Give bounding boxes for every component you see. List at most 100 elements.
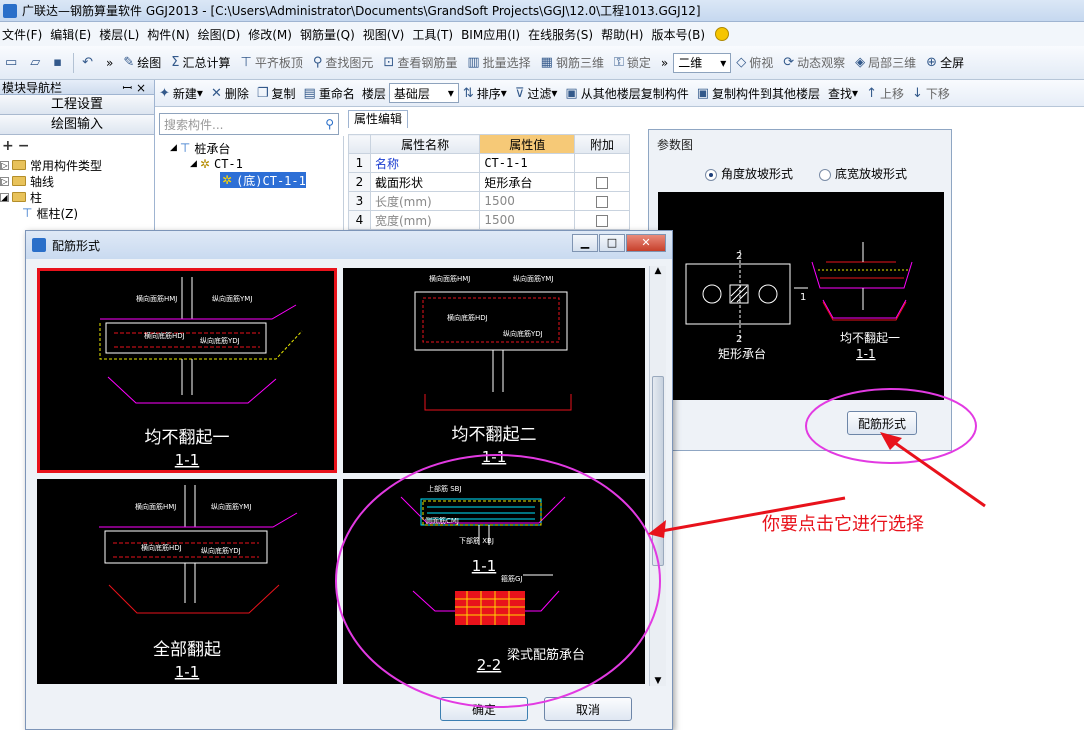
collapse-triangle-icon[interactable]: ◢ — [170, 143, 177, 153]
section-mark-top: 2 — [736, 251, 742, 262]
extra-checkbox[interactable] — [596, 214, 609, 227]
menu-tools[interactable]: 工具(T) — [410, 26, 459, 43]
open-file-button[interactable]: ▱ — [25, 52, 48, 74]
maximize-icon[interactable]: □ — [599, 234, 625, 252]
folder-icon — [12, 176, 26, 186]
delete-x-icon: ✕ — [210, 85, 222, 101]
copy-to-floor-button[interactable]: ▣ 复制构件到其他楼层 — [693, 82, 824, 104]
pin-close-icon[interactable]: ꟷ × — [122, 79, 146, 96]
lock-icon: ⚿ — [613, 55, 624, 70]
tab-property-editor[interactable]: 属性编辑 — [348, 110, 408, 128]
find-button[interactable]: 查找 ▾ — [824, 82, 862, 104]
overflow-chevron-icon[interactable]: » — [101, 52, 118, 74]
menu-rebar[interactable]: 钢筋量(Q) — [298, 26, 361, 43]
tree-node-pilecap[interactable]: ◢ ⊤ 桩承台 — [156, 140, 343, 156]
radio-angle-slope[interactable]: 角度放坡形式 — [705, 165, 793, 182]
view-mode-select[interactable]: 二维 ▾ — [673, 52, 732, 73]
extra-checkbox[interactable] — [596, 176, 609, 189]
expand-icon[interactable]: ▷ — [0, 176, 9, 186]
lock-button[interactable]: ⚿ 锁定 — [609, 52, 656, 74]
menu-draw[interactable]: 绘图(D) — [196, 26, 247, 43]
top-view-button[interactable]: ◇ 俯视 — [731, 52, 778, 74]
dynamic-view-button[interactable]: ⟳ 动态观察 — [778, 52, 850, 74]
menu-version[interactable]: 版本号(B) — [649, 26, 711, 43]
menu-modify[interactable]: 修改(M) — [246, 26, 298, 43]
local-3d-label: 局部三维 — [868, 56, 917, 70]
menu-floor[interactable]: 楼层(L) — [97, 26, 145, 43]
draw-input-button[interactable]: 绘图输入 — [0, 115, 154, 135]
nav-item-column[interactable]: ◢ 柱 — [0, 189, 154, 205]
search-icon[interactable]: ⚲ — [325, 117, 334, 131]
expand-all-icon[interactable]: + — [2, 138, 14, 154]
copy-button[interactable]: ❐ 复制 — [253, 82, 300, 104]
prop-name: 宽度(mm) — [369, 210, 481, 230]
save-button[interactable]: ▪ — [48, 52, 70, 74]
local-3d-icon: ◈ — [855, 55, 866, 70]
nav-expand-collapse[interactable]: + − — [0, 135, 154, 157]
tree-node-ct1[interactable]: ◢ ✲ CT-1 — [156, 156, 343, 172]
menu-online[interactable]: 在线服务(S) — [526, 26, 599, 43]
menu-help[interactable]: 帮助(H) — [599, 26, 649, 43]
flat-top-button[interactable]: ⊤ 平齐板顶 — [236, 52, 308, 74]
table-row[interactable]: 3 长度(mm) 1500 — [348, 191, 630, 211]
delete-button[interactable]: ✕ 删除 — [207, 82, 253, 104]
menu-view[interactable]: 视图(V) — [361, 26, 411, 43]
rebar-3d-button[interactable]: ▦ 钢筋三维 — [536, 52, 609, 74]
new-component-icon: ✦ — [159, 85, 170, 101]
option-section: 1-1 — [175, 451, 200, 469]
close-icon[interactable]: ✕ — [626, 234, 666, 252]
menu-file[interactable]: 文件(F) — [0, 26, 48, 43]
draw-button[interactable]: ✎ 绘图 — [118, 52, 166, 74]
table-row[interactable]: 1 名称 CT-1-1 — [348, 153, 630, 173]
rename-button[interactable]: ▤ 重命名 — [300, 82, 359, 104]
table-row[interactable]: 4 宽度(mm) 1500 — [348, 210, 630, 230]
open-folder-icon: ▱ — [30, 55, 41, 70]
fullscreen-button[interactable]: ⊕ 全屏 — [921, 52, 969, 74]
collapse-icon[interactable]: ◢ — [0, 192, 9, 202]
radio-bottom-slope[interactable]: 底宽放坡形式 — [819, 165, 907, 182]
smiley-logo-icon[interactable] — [715, 27, 730, 41]
arrowhead-left-icon — [648, 520, 666, 538]
collapse-all-icon[interactable]: − — [18, 138, 30, 154]
prop-value[interactable]: 1500 — [479, 210, 576, 230]
undo-button[interactable]: ↶ — [77, 52, 101, 74]
rebar-option-2[interactable]: 横向面筋HMJ 纵向面筋YMJ 横向底筋HDJ 纵向底筋YDJ 均不翻起二 1-… — [343, 268, 645, 473]
local-3d-button[interactable]: ◈ 局部三维 — [850, 52, 921, 74]
sigma-icon: Σ — [171, 55, 180, 70]
prop-value[interactable]: 矩形承台 — [479, 172, 576, 192]
prop-value[interactable]: CT-1-1 — [479, 153, 576, 173]
prop-value[interactable]: 1500 — [479, 191, 576, 211]
sum-calc-button[interactable]: Σ 汇总计算 — [166, 52, 235, 74]
table-row[interactable]: 2 截面形状 矩形承台 — [348, 172, 630, 192]
flat-top-icon: ⊤ — [240, 55, 252, 70]
filter-button[interactable]: ⊽ 过滤 ▾ — [511, 82, 562, 104]
minimize-icon[interactable]: ▁ — [572, 234, 598, 252]
menu-edit[interactable]: 编辑(E) — [48, 26, 97, 43]
menu-bim[interactable]: BIM应用(I) — [459, 26, 526, 43]
tree-node-ct1-1-selected[interactable]: ✲ (底)CT-1-1 — [220, 172, 306, 188]
extra-checkbox[interactable] — [596, 195, 609, 208]
project-settings-button[interactable]: 工程设置 — [0, 95, 154, 115]
floor-select[interactable]: 基础层 ▾ — [388, 83, 459, 103]
search-input[interactable]: 搜索构件... ⚲ — [159, 113, 339, 135]
find-element-button[interactable]: ⚲ 查找图元 — [308, 52, 379, 74]
nav-item-frame-column[interactable]: ⊤ 框柱(Z) — [0, 205, 154, 221]
menu-component[interactable]: 构件(N) — [145, 26, 195, 43]
new-file-button[interactable]: ▭ — [0, 52, 25, 74]
new-button[interactable]: ✦ 新建 ▾ — [155, 82, 207, 104]
expand-icon[interactable]: ▷ — [0, 160, 9, 170]
move-up-button[interactable]: ↑ 上移 — [862, 82, 908, 104]
header-extra: 附加 — [574, 134, 630, 154]
sort-button[interactable]: ⇅ 排序 ▾ — [459, 82, 511, 104]
scroll-up-icon[interactable]: ▲ — [650, 266, 666, 276]
view-rebar-button[interactable]: ⊡ 查看钢筋量 — [378, 52, 462, 74]
collapse-triangle-icon[interactable]: ◢ — [190, 159, 197, 169]
copy-from-floor-button[interactable]: ▣ 从其他楼层复制构件 — [561, 82, 692, 104]
rebar-option-1-selected[interactable]: 横向面筋HMJ 纵向面筋YMJ 横向底筋HDJ 纵向底筋YDJ 均不翻起一 1-… — [37, 268, 337, 473]
move-down-button[interactable]: ↓ 下移 — [908, 82, 954, 104]
nav-item-common[interactable]: ▷ 常用构件类型 — [0, 157, 154, 173]
overflow-chevron-icon-2[interactable]: » — [656, 52, 673, 74]
rebar-option-3[interactable]: 横向面筋HMJ 纵向面筋YMJ 横向底筋HDJ 纵向底筋YDJ 全部翻起 1-1 — [37, 479, 337, 684]
batch-select-button[interactable]: ▥ 批量选择 — [462, 52, 535, 74]
nav-item-axis[interactable]: ▷ 轴线 — [0, 173, 154, 189]
